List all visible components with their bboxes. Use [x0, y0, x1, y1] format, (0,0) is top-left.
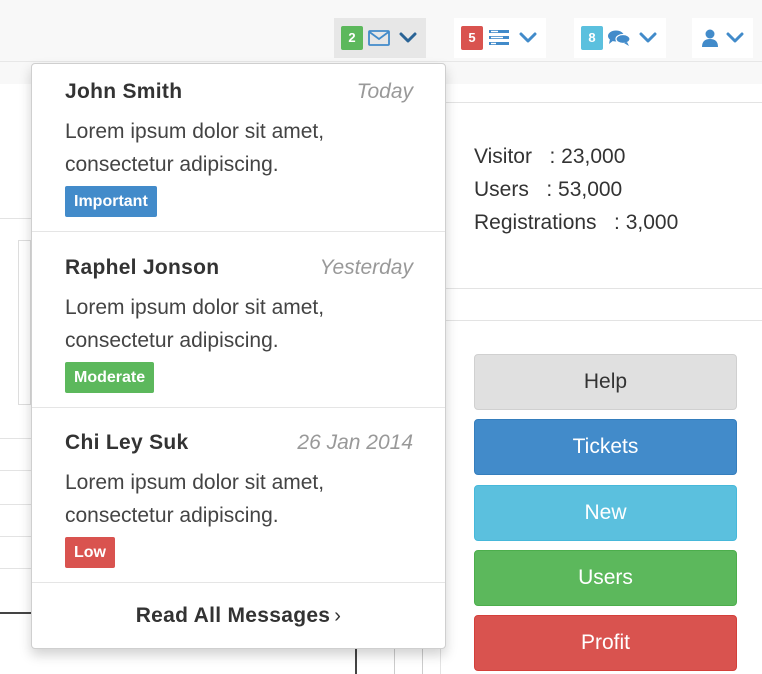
stat-users: Users : 53,000 — [474, 178, 623, 201]
message-time: Yesterday — [319, 256, 413, 279]
message-priority-label: Low — [65, 537, 115, 568]
users-button[interactable]: Users — [474, 550, 737, 606]
chevron-down-icon — [724, 26, 746, 50]
panel-divider — [422, 649, 423, 674]
panel-divider — [446, 320, 762, 321]
new-button[interactable]: New — [474, 485, 737, 541]
message-item[interactable]: John Smith Today Lorem ipsum dolor sit a… — [32, 80, 445, 217]
chevron-down-icon — [637, 26, 659, 50]
message-preview: Lorem ipsum dolor sit amet, consectetur … — [65, 120, 325, 176]
stat-registrations: Registrations : 3,000 — [474, 211, 679, 234]
dropdown-divider — [32, 231, 445, 232]
profit-button[interactable]: Profit — [474, 615, 737, 671]
panel-box — [18, 240, 31, 405]
tickets-button[interactable]: Tickets — [474, 419, 737, 475]
message-item[interactable]: Raphel Jonson Yesterday Lorem ipsum dolo… — [32, 256, 445, 393]
messages-count-badge: 2 — [341, 26, 363, 50]
panel-divider — [0, 218, 31, 219]
dropdown-divider — [32, 582, 445, 583]
top-navbar: 2 5 8 — [0, 0, 762, 62]
message-priority-label: Moderate — [65, 362, 155, 393]
comments-icon — [607, 26, 631, 50]
message-priority-label: Important — [65, 186, 157, 217]
envelope-icon — [367, 26, 391, 50]
messages-dropdown-toggle[interactable]: 2 — [334, 18, 426, 58]
tasks-count-badge: 5 — [461, 26, 483, 50]
site-stats: Visitor : 23,000 Users : 53,000 Registra… — [474, 140, 678, 239]
panel-divider — [0, 568, 31, 569]
messages-dropdown: John Smith Today Lorem ipsum dolor sit a… — [31, 63, 446, 649]
panel-divider — [0, 504, 31, 505]
message-item[interactable]: Chi Ley Suk 26 Jan 2014 Lorem ipsum dolo… — [32, 431, 445, 568]
panel-divider — [446, 288, 762, 289]
chart-baseline — [0, 612, 31, 614]
panel-divider — [394, 649, 395, 674]
message-sender: Chi Ley Suk — [65, 431, 189, 454]
read-all-label: Read All Messages — [135, 604, 331, 627]
chart-axis — [355, 649, 357, 674]
panel-divider — [0, 438, 31, 439]
user-dropdown-toggle[interactable] — [692, 18, 753, 58]
panel-divider — [0, 536, 31, 537]
chevron-down-icon — [397, 26, 419, 50]
help-button[interactable]: Help — [474, 354, 737, 410]
tasks-list-icon — [487, 26, 511, 50]
message-time: Today — [356, 80, 413, 103]
read-all-messages-link[interactable]: Read All Messages › — [32, 604, 445, 628]
message-sender: Raphel Jonson — [65, 256, 220, 279]
panel-divider — [446, 102, 762, 103]
dropdown-divider — [32, 407, 445, 408]
message-preview: Lorem ipsum dolor sit amet, consectetur … — [65, 296, 325, 352]
alerts-dropdown-toggle[interactable]: 8 — [574, 18, 666, 58]
alerts-count-badge: 8 — [581, 26, 603, 50]
user-icon — [698, 26, 722, 50]
chevron-right-icon: › — [334, 605, 342, 627]
chevron-down-icon — [517, 26, 539, 50]
message-preview: Lorem ipsum dolor sit amet, consectetur … — [65, 471, 325, 527]
tasks-dropdown-toggle[interactable]: 5 — [454, 18, 546, 58]
message-time: 26 Jan 2014 — [297, 431, 413, 454]
message-sender: John Smith — [65, 80, 183, 103]
panel-divider — [0, 470, 31, 471]
stat-visitor: Visitor : 23,000 — [474, 145, 626, 168]
